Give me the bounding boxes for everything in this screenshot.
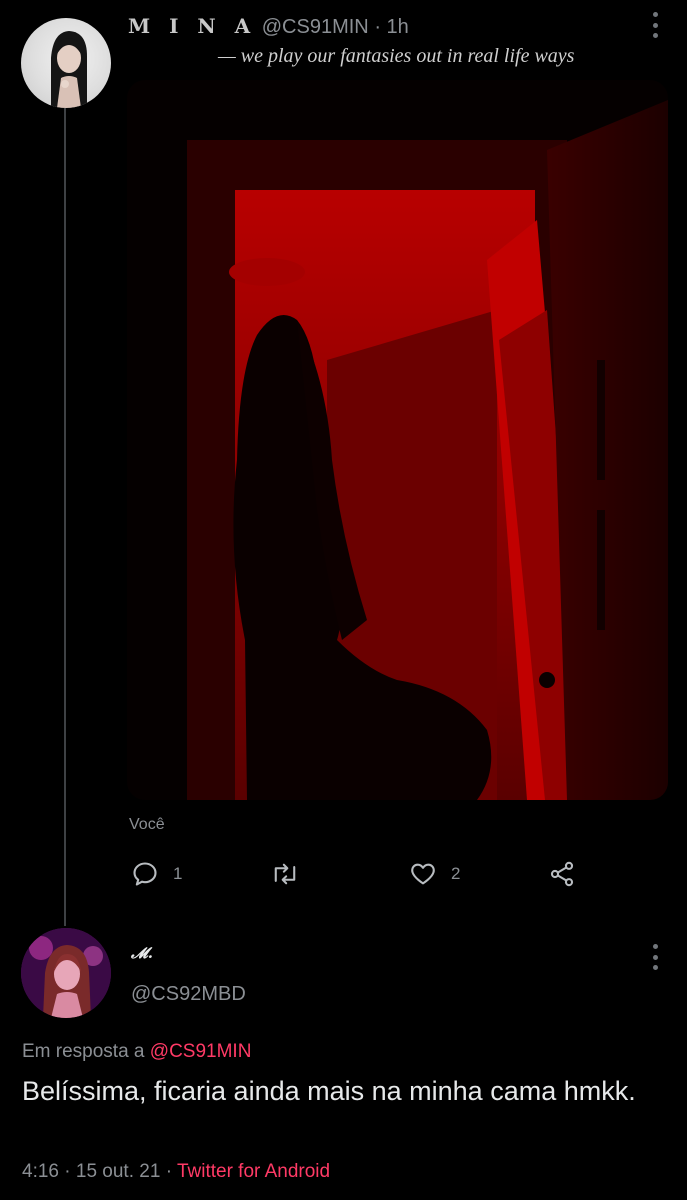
tweet-metadata: 4:16 · 15 out. 21 · Twitter for Android <box>22 1161 330 1183</box>
username[interactable]: @CS92MBD <box>131 983 246 1006</box>
share-button[interactable] <box>548 860 576 888</box>
share-icon <box>550 861 574 887</box>
avatar-portrait <box>21 928 111 1018</box>
retweet-icon <box>274 863 296 885</box>
tweet-media[interactable] <box>127 80 668 800</box>
avatar[interactable] <box>21 928 111 1018</box>
more-vertical-icon[interactable] <box>650 944 660 970</box>
more-vertical-icon[interactable] <box>650 12 660 38</box>
reply-button[interactable]: 1 <box>131 860 182 888</box>
media-photo <box>127 80 668 800</box>
reply-icon <box>133 862 157 886</box>
thread-connector <box>64 108 66 926</box>
timestamp[interactable]: 1h <box>387 16 409 38</box>
heart-icon <box>411 863 435 885</box>
tweet-text: Belíssima, ficaria ainda mais na minha c… <box>22 1076 636 1106</box>
separator: · <box>374 16 381 38</box>
reply-prefix: Em resposta a <box>22 1041 145 1062</box>
bio-text: — we play our fantasies out in real life… <box>218 45 575 67</box>
media-tag-label[interactable]: Você <box>129 816 165 834</box>
like-button[interactable]: 2 <box>409 860 460 888</box>
tweet-header: M I N A @CS91MIN · 1h <box>128 14 409 39</box>
tweet-time: 4:16 <box>22 1161 59 1182</box>
retweet-button[interactable] <box>270 860 314 888</box>
tweet-thread: M I N A @CS91MIN · 1h — we play our fant… <box>0 0 687 1200</box>
display-name[interactable]: 𝓜. <box>131 944 153 962</box>
client-link[interactable]: Twitter for Android <box>177 1161 330 1182</box>
display-name[interactable]: M I N A <box>128 14 256 38</box>
reply-context: Em resposta a @CS91MIN <box>22 1041 251 1063</box>
separator: · <box>165 1161 173 1182</box>
avatar[interactable] <box>21 18 111 108</box>
like-count: 2 <box>451 864 461 883</box>
avatar-portrait <box>51 31 87 108</box>
username[interactable]: @CS91MIN <box>262 16 369 38</box>
reply-count: 1 <box>173 864 183 883</box>
reply-mention-link[interactable]: @CS91MIN <box>150 1041 252 1062</box>
tweet-date: 15 out. 21 <box>75 1161 161 1182</box>
separator: · <box>64 1161 71 1182</box>
